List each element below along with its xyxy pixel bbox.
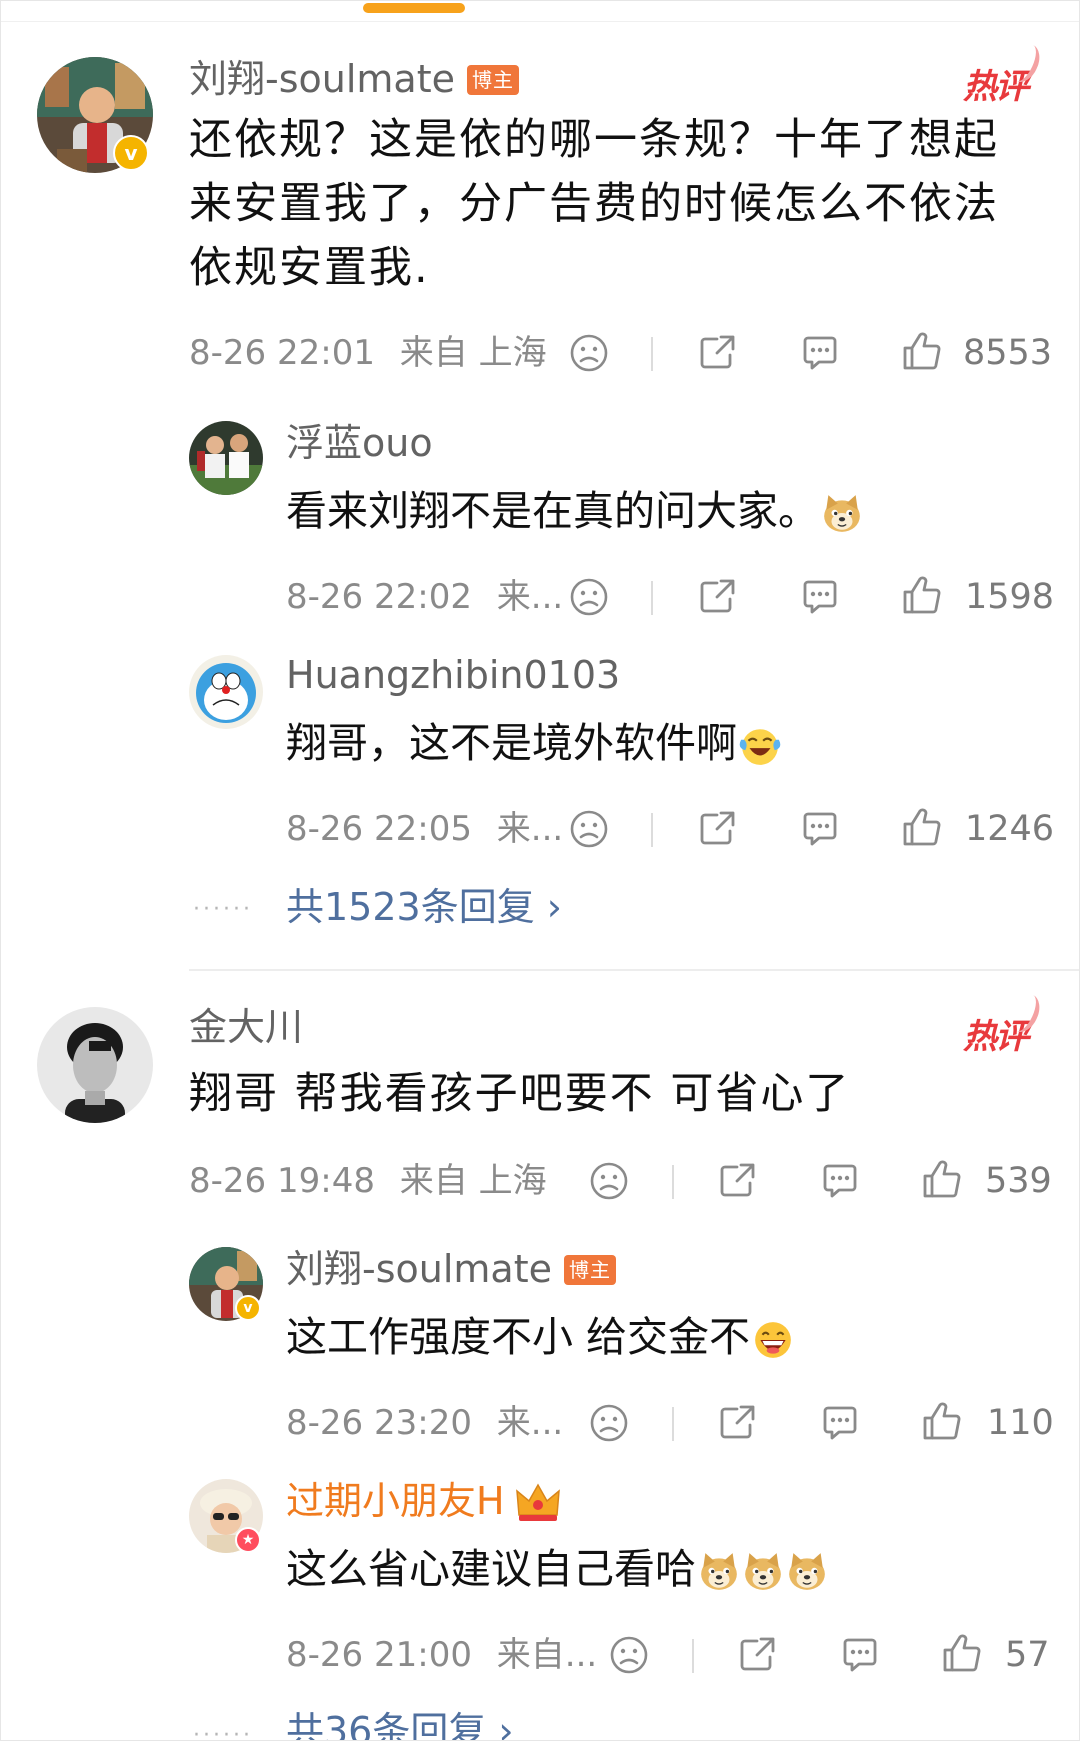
reply-text: 翔哥，这不是境外软件啊	[286, 717, 781, 769]
author-name[interactable]: 过期小朋友H	[286, 1479, 505, 1523]
divider	[692, 1639, 694, 1673]
laugh-cry-emoji-icon	[739, 728, 781, 766]
like-count: 1246	[965, 809, 1055, 849]
share-icon[interactable]	[697, 333, 737, 373]
sad-face-icon[interactable]	[569, 809, 609, 849]
doge-emoji-icon	[700, 1552, 738, 1591]
location: 来...	[496, 1403, 564, 1443]
share-icon[interactable]	[737, 1635, 777, 1675]
reply-text-content: 翔哥，这不是境外软件啊	[286, 719, 737, 767]
comment-icon[interactable]	[799, 809, 841, 849]
timestamp: 8-26 23:20	[286, 1403, 472, 1443]
avatar[interactable]	[37, 1007, 153, 1123]
sad-face-icon[interactable]	[609, 1635, 649, 1675]
comment-text-line: 翔哥 帮我看孩子吧要不 可省心了	[189, 1069, 851, 1119]
more-replies-link[interactable]: 共1523条回复 ›	[286, 885, 562, 929]
reply-text-content: 这工作强度不小 给交金不	[286, 1313, 751, 1361]
active-tab-indicator	[363, 3, 465, 13]
more-replies-dots: ······	[193, 897, 253, 922]
like-count: 110	[987, 1403, 1054, 1443]
timestamp: 8-26 19:48	[189, 1161, 375, 1201]
location: 来自 上海	[399, 1161, 547, 1201]
thumb-up-icon[interactable]	[901, 575, 943, 615]
doge-emoji-icon	[823, 494, 861, 533]
reply-text-content: 这么省心建议自己看哈	[286, 1545, 696, 1593]
avatar[interactable]	[189, 655, 263, 729]
author-name[interactable]: 浮蓝ouo	[286, 421, 433, 465]
comment-icon[interactable]	[819, 1161, 861, 1201]
comment-meta: 8-26 22:01 来自 上海	[189, 331, 547, 375]
location: 来...	[496, 577, 564, 617]
blogger-badge: 博主	[467, 65, 519, 95]
doge-emoji-icon	[744, 1552, 782, 1591]
doge-emoji-icon	[788, 1552, 826, 1591]
sad-face-icon[interactable]	[589, 1161, 629, 1201]
grin-emoji-icon	[754, 1321, 792, 1359]
comment-text-line: 依规安置我.	[189, 243, 430, 293]
share-icon[interactable]	[717, 1403, 757, 1443]
thumb-up-icon[interactable]	[901, 807, 943, 847]
blogger-badge: 博主	[564, 1255, 616, 1285]
author-name[interactable]: 刘翔-soulmate	[286, 1247, 552, 1291]
thread-divider	[189, 969, 1079, 971]
reply-meta: 8-26 22:05 来...	[286, 807, 563, 851]
share-icon[interactable]	[717, 1161, 757, 1201]
divider	[651, 581, 653, 615]
location: 来...	[496, 809, 564, 849]
sad-face-icon[interactable]	[569, 577, 609, 617]
divider	[651, 813, 653, 847]
divider	[672, 1407, 674, 1441]
timestamp: 8-26 21:00	[286, 1635, 472, 1675]
reply-meta: 8-26 21:00 来自...	[286, 1633, 597, 1677]
comment-icon[interactable]	[799, 333, 841, 373]
share-icon[interactable]	[697, 577, 737, 617]
like-count: 1598	[965, 577, 1055, 617]
avatar[interactable]	[189, 421, 263, 495]
location: 来自 上海	[399, 333, 547, 373]
reply-meta: 8-26 22:02 来...	[286, 575, 563, 619]
crown-icon	[516, 1483, 560, 1521]
reply-text: 看来刘翔不是在真的问大家。	[286, 485, 863, 537]
thumb-up-icon[interactable]	[941, 1633, 983, 1673]
comment-icon[interactable]	[839, 1635, 881, 1675]
like-count: 539	[985, 1161, 1052, 1201]
comment-icon[interactable]	[819, 1403, 861, 1443]
comment-icon[interactable]	[799, 577, 841, 617]
author-name[interactable]: 金大川	[189, 1005, 303, 1049]
verified-icon: v	[235, 1295, 261, 1321]
divider	[1, 21, 1079, 22]
comments-panel: v 刘翔-soulmate 博主 热评 还依规？这是依的哪一条规？十年了想起 来…	[0, 0, 1080, 1741]
reply-meta: 8-26 23:20 来...	[286, 1401, 563, 1445]
vip-star-icon: ★	[235, 1527, 261, 1553]
location: 来自...	[496, 1635, 598, 1675]
comment-text-line: 还依规？这是依的哪一条规？十年了想起	[189, 115, 999, 165]
thumb-up-icon[interactable]	[921, 1401, 963, 1441]
more-replies-dots: ······	[193, 1723, 253, 1741]
author-name[interactable]: Huangzhibin0103	[286, 653, 620, 697]
like-count: 57	[1005, 1635, 1050, 1675]
verified-icon: v	[113, 135, 149, 171]
thumb-up-icon[interactable]	[921, 1159, 963, 1199]
share-icon[interactable]	[697, 809, 737, 849]
timestamp: 8-26 22:05	[286, 809, 472, 849]
divider	[672, 1165, 674, 1199]
thumb-up-icon[interactable]	[901, 331, 943, 371]
comment-text-line: 来安置我了，分广告费的时候怎么不依法	[189, 179, 999, 229]
divider	[651, 337, 653, 371]
like-count: 8553	[963, 333, 1053, 373]
timestamp: 8-26 22:02	[286, 577, 472, 617]
more-replies-link[interactable]: 共36条回复 ›	[286, 1709, 514, 1740]
reply-text: 这么省心建议自己看哈	[286, 1543, 828, 1595]
sad-face-icon[interactable]	[589, 1403, 629, 1443]
timestamp: 8-26 22:01	[189, 333, 375, 373]
reply-text-content: 看来刘翔不是在真的问大家。	[286, 487, 819, 535]
sad-face-icon[interactable]	[569, 333, 609, 373]
author-name[interactable]: 刘翔-soulmate	[189, 57, 455, 101]
comment-meta: 8-26 19:48 来自 上海	[189, 1159, 547, 1203]
reply-text: 这工作强度不小 给交金不	[286, 1311, 794, 1363]
